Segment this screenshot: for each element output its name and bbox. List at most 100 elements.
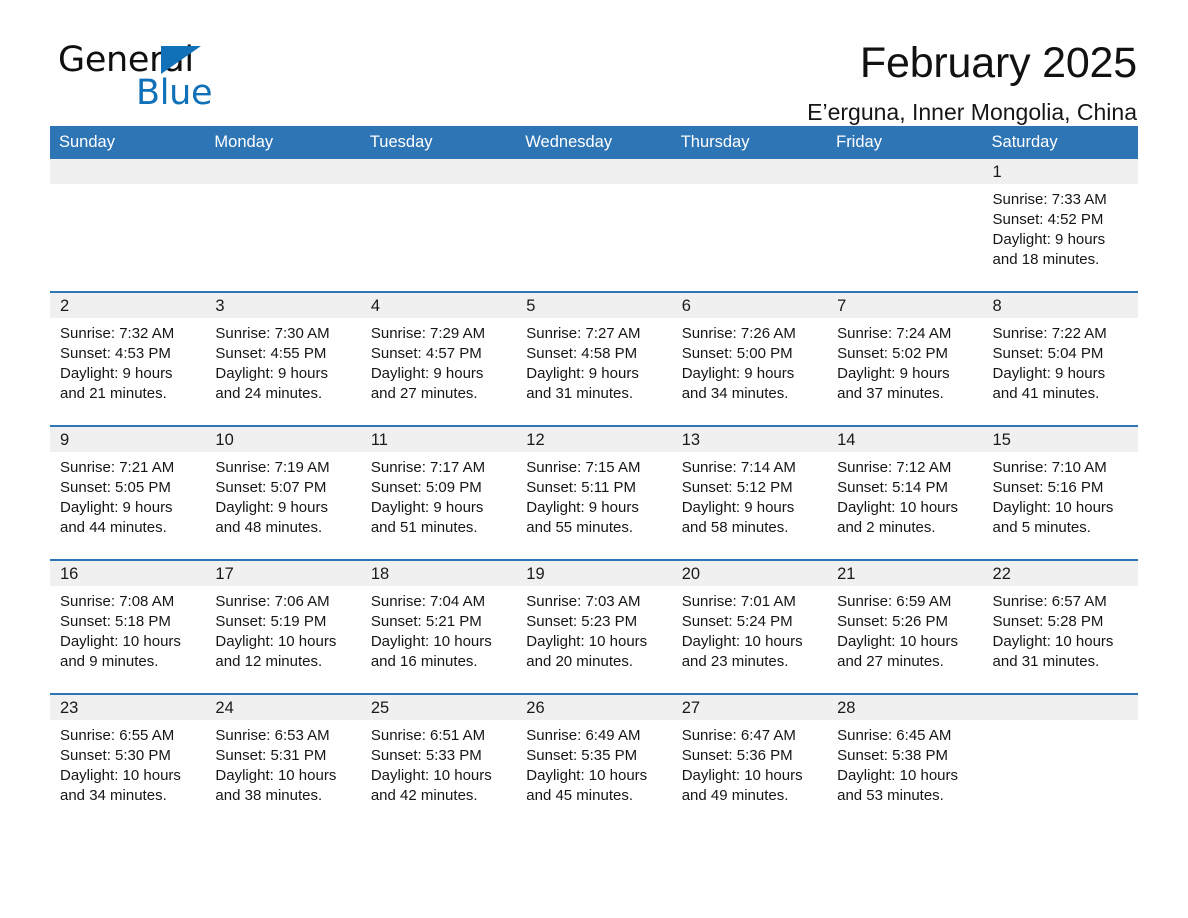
calendar-day-cell[interactable]: 28 Sunrise: 6:45 AM Sunset: 5:38 PM Dayligh… [827,693,983,829]
calendar-day-cell[interactable]: 18 Sunrise: 7:04 AM Sunset: 5:21 PM Dayligh… [360,559,517,694]
sunrise-text: Sunrise: 6:53 AM [215,727,330,744]
calendar-day-cell[interactable]: 14 Sunrise: 7:12 AM Sunset: 5:14 PM Dayligh… [827,425,983,560]
daylight-text-line2: and 48 minutes. [215,519,323,536]
day-number: 21 [837,565,856,583]
calendar-day-cell[interactable]: 10 Sunrise: 7:19 AM Sunset: 5:07 PM Dayligh… [205,425,361,560]
calendar-day-cell[interactable]: 26 Sunrise: 6:49 AM Sunset: 5:35 PM Dayligh… [516,693,672,829]
calendar-day-cell[interactable]: 2 Sunrise: 7:32 AM Sunset: 4:53 PM Daylight… [50,291,206,426]
calendar-cell-empty [982,693,1138,829]
calendar-day-cell[interactable]: 9 Sunrise: 7:21 AM Sunset: 5:05 PM Daylight… [50,425,206,560]
calendar-day-cell[interactable]: 23 Sunrise: 6:55 AM Sunset: 5:30 PM Dayligh… [50,693,206,829]
day-info: Sunrise: 7:17 AM Sunset: 5:09 PM Daylight:… [361,452,516,538]
sunset-text: Sunset: 5:05 PM [60,479,171,496]
day-number: 22 [992,565,1011,583]
calendar-day-cell[interactable]: 4 Sunrise: 7:29 AM Sunset: 4:57 PM Daylight… [360,291,517,426]
calendar-day-cell[interactable]: 16 Sunrise: 7:08 AM Sunset: 5:18 PM Dayligh… [50,559,206,694]
sunrise-text: Sunrise: 6:45 AM [837,727,952,744]
calendar-day-cell[interactable]: 19 Sunrise: 7:03 AM Sunset: 5:23 PM Dayligh… [516,559,672,694]
calendar-day-cell[interactable]: 17 Sunrise: 7:06 AM Sunset: 5:19 PM Dayligh… [205,559,361,694]
daylight-text-line1: Daylight: 9 hours [681,365,795,382]
sunrise-text: Sunrise: 7:03 AM [526,593,641,610]
daylight-text-line1: Daylight: 10 hours [215,633,337,650]
sunrise-text: Sunrise: 6:57 AM [992,593,1107,610]
logo-triangle-icon [161,46,201,74]
sunrise-text: Sunrise: 7:17 AM [370,459,486,476]
daylight-text-line1: Daylight: 9 hours [992,365,1106,382]
calendar-day-cell[interactable]: 21 Sunrise: 6:59 AM Sunset: 5:26 PM Dayligh… [827,559,983,694]
calendar-day-cell[interactable]: 6 Sunrise: 7:26 AM Sunset: 5:00 PM Daylight… [671,291,828,426]
daylight-text-line2: and 34 minutes. [60,787,167,804]
calendar-day-cell[interactable]: 25 Sunrise: 6:51 AM Sunset: 5:33 PM Dayligh… [360,693,517,829]
day-info: Sunrise: 7:08 AM Sunset: 5:18 PM Daylight:… [50,586,205,672]
weekday-header-monday: Monday [205,126,361,159]
daylight-text-line2: and 27 minutes. [837,653,944,670]
day-number: 8 [992,297,1002,315]
calendar-day-cell[interactable]: 13 Sunrise: 7:14 AM Sunset: 5:12 PM Dayligh… [671,425,828,560]
day-info: Sunrise: 7:19 AM Sunset: 5:07 PM Daylight:… [205,452,360,538]
sunset-text: Sunset: 4:52 PM [992,211,1104,228]
sunset-text: Sunset: 5:33 PM [370,747,482,764]
calendar-day-cell[interactable]: 1 Sunrise: 7:33 AM Sunset: 4:52 PM Daylight… [982,159,1138,292]
weekday-header-saturday: Saturday [982,126,1138,159]
daylight-text-line1: Daylight: 9 hours [526,499,639,516]
calendar-week-row: 16 Sunrise: 7:08 AM Sunset: 5:18 PM Dayligh… [50,559,1138,694]
daylight-text-line1: Daylight: 9 hours [837,365,950,382]
sunset-text: Sunset: 5:38 PM [837,747,949,764]
calendar-day-cell[interactable]: 20 Sunrise: 7:01 AM Sunset: 5:24 PM Dayligh… [671,559,828,694]
day-number: 24 [215,699,234,717]
calendar-day-cell[interactable]: 3 Sunrise: 7:30 AM Sunset: 4:55 PM Daylight… [205,291,361,426]
day-number: 20 [681,565,701,583]
calendar-day-cell[interactable]: 7 Sunrise: 7:24 AM Sunset: 5:02 PM Daylight… [827,291,983,426]
day-info: Sunrise: 7:33 AM Sunset: 4:52 PM Daylight:… [983,184,1138,270]
day-info: Sunrise: 7:03 AM Sunset: 5:23 PM Daylight:… [516,586,671,672]
sunset-text: Sunset: 5:36 PM [681,747,793,764]
sunset-text: Sunset: 5:11 PM [526,479,637,496]
day-number: 17 [215,565,234,583]
day-number: 16 [60,565,79,583]
daylight-text-line2: and 41 minutes. [992,385,1100,402]
page-header: General Blue February 2025 E’erguna, Inn… [50,0,1138,125]
sunset-text: Sunset: 5:07 PM [215,479,327,496]
day-info: Sunrise: 6:57 AM Sunset: 5:28 PM Daylight:… [983,586,1138,672]
sunset-text: Sunset: 5:04 PM [992,345,1104,362]
calendar-cell-empty [205,159,361,292]
calendar-day-cell[interactable]: 11 Sunrise: 7:17 AM Sunset: 5:09 PM Dayligh… [360,425,517,560]
day-info: Sunrise: 7:01 AM Sunset: 5:24 PM Daylight:… [672,586,827,672]
calendar-cell-empty [516,159,672,292]
day-number: 15 [992,431,1011,449]
generalblue-logo[interactable]: General Blue [58,42,318,114]
daylight-text-line1: Daylight: 10 hours [526,633,648,650]
daylight-text-line1: Daylight: 9 hours [215,365,328,382]
daylight-text-line1: Daylight: 10 hours [60,767,181,784]
calendar-day-cell[interactable]: 22 Sunrise: 6:57 AM Sunset: 5:28 PM Dayligh… [982,559,1138,694]
day-info: Sunrise: 7:29 AM Sunset: 4:57 PM Daylight:… [361,318,516,404]
daylight-text-line2: and 34 minutes. [681,385,789,402]
day-info: Sunrise: 7:21 AM Sunset: 5:05 PM Daylight:… [50,452,205,538]
daylight-text-line1: Daylight: 9 hours [370,499,484,516]
daylight-text-line1: Daylight: 10 hours [526,767,648,784]
day-info: Sunrise: 7:30 AM Sunset: 4:55 PM Daylight:… [205,318,360,404]
day-number: 26 [526,699,545,717]
calendar-day-cell[interactable]: 15 Sunrise: 7:10 AM Sunset: 5:16 PM Dayligh… [982,425,1138,560]
day-number: 13 [681,431,701,449]
day-info: Sunrise: 7:24 AM Sunset: 5:02 PM Daylight:… [827,318,982,404]
day-info: Sunrise: 6:51 AM Sunset: 5:33 PM Daylight:… [361,720,516,806]
daylight-text-line1: Daylight: 10 hours [215,767,337,784]
sunset-text: Sunset: 5:19 PM [215,613,327,630]
day-number: 14 [837,431,856,449]
calendar-day-cell[interactable]: 5 Sunrise: 7:27 AM Sunset: 4:58 PM Daylight… [516,291,672,426]
sunrise-text: Sunrise: 7:24 AM [837,325,952,342]
sunset-text: Sunset: 4:53 PM [60,345,171,362]
day-info: Sunrise: 7:12 AM Sunset: 5:14 PM Daylight:… [827,452,982,538]
daylight-text-line1: Daylight: 10 hours [681,767,803,784]
calendar-day-cell[interactable]: 27 Sunrise: 6:47 AM Sunset: 5:36 PM Dayligh… [671,693,828,829]
day-info: Sunrise: 7:22 AM Sunset: 5:04 PM Daylight:… [983,318,1138,404]
calendar-day-cell[interactable]: 8 Sunrise: 7:22 AM Sunset: 5:04 PM Daylight… [982,291,1138,426]
calendar-day-cell[interactable]: 24 Sunrise: 6:53 AM Sunset: 5:31 PM Dayligh… [205,693,361,829]
sunset-text: Sunset: 5:28 PM [992,613,1104,630]
weekday-header-sunday: Sunday [50,126,206,159]
day-number: 2 [60,297,70,315]
day-info: Sunrise: 7:15 AM Sunset: 5:11 PM Daylight:… [516,452,671,538]
daylight-text-line1: Daylight: 9 hours [526,365,639,382]
calendar-day-cell[interactable]: 12 Sunrise: 7:15 AM Sunset: 5:11 PM Dayligh… [516,425,672,560]
